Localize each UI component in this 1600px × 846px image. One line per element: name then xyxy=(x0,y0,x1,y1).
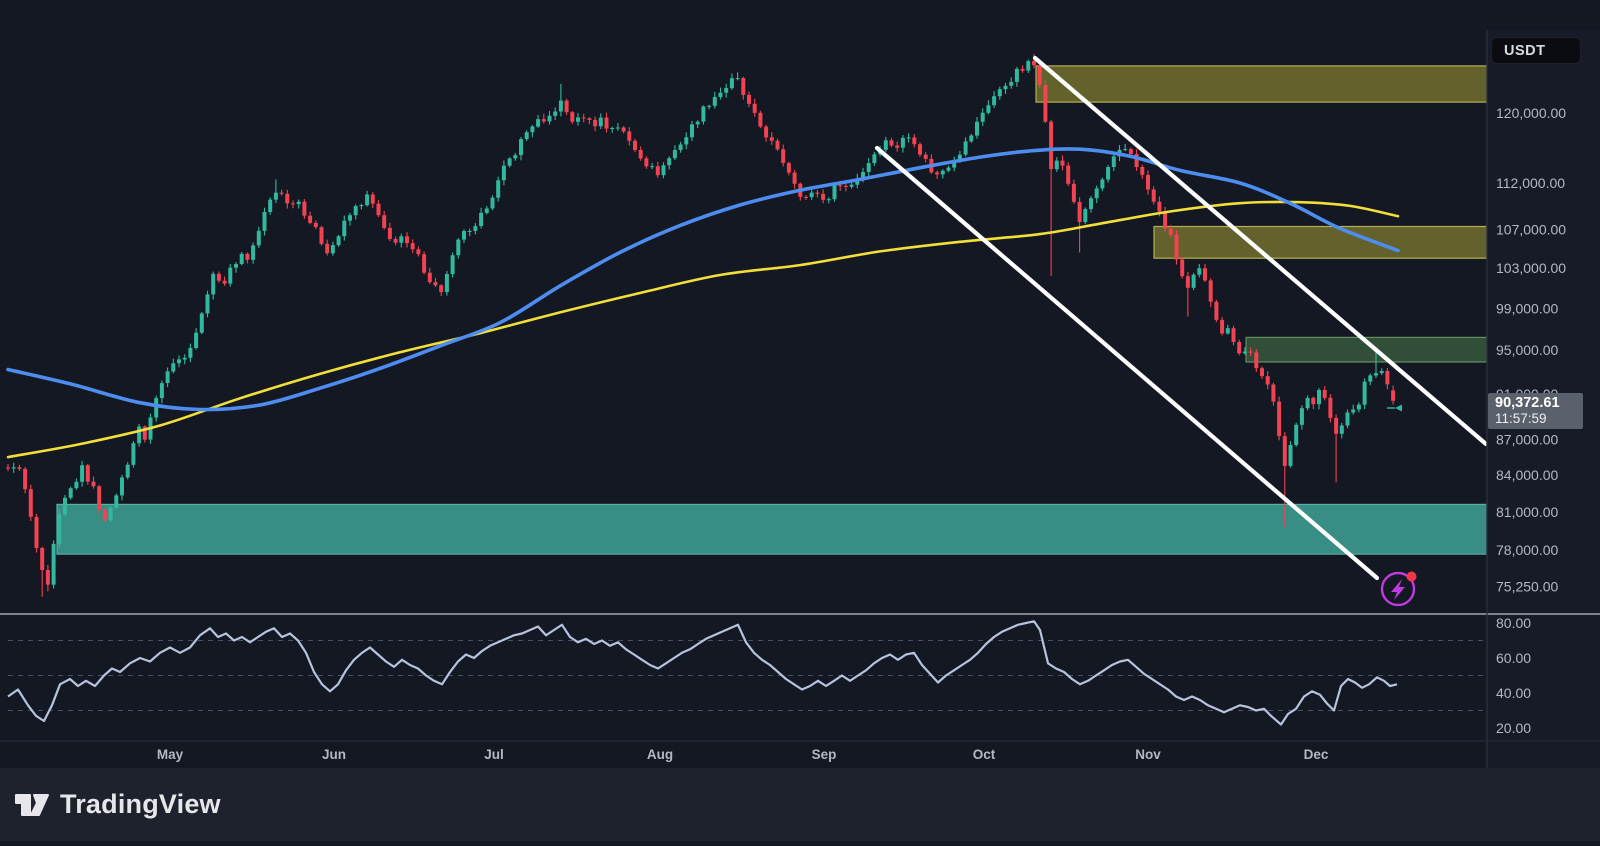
month-label-Oct: Oct xyxy=(973,747,996,762)
price-tick-label: 75,250.00 xyxy=(1496,579,1558,595)
price-tick-label: 103,000.00 xyxy=(1496,260,1566,276)
month-label-Jun: Jun xyxy=(322,747,346,762)
month-label-May: May xyxy=(157,747,184,762)
month-label-Sep: Sep xyxy=(812,747,837,762)
chart-svg[interactable]: 120,000.00 112,000.00 107,000.00 103,000.00… xyxy=(0,0,1600,841)
month-label-Nov: Nov xyxy=(1135,747,1161,762)
rsi-tick-label: 20.00 xyxy=(1496,720,1531,736)
price-tick-label: 112,000.00 xyxy=(1496,175,1565,191)
rsi-tick-label: 60.00 xyxy=(1496,650,1531,666)
price-tick-label: 99,000.00 xyxy=(1496,300,1558,316)
tradingview-logo-icon xyxy=(14,791,50,819)
chart-background xyxy=(0,0,1600,841)
price-tick-label: 87,000.00 xyxy=(1496,431,1558,447)
price-tick-label: 81,000.00 xyxy=(1496,504,1558,520)
rsi-tick-label: 40.00 xyxy=(1496,685,1531,701)
zone-supply-104-107[interactable] xyxy=(1154,227,1487,259)
price-tick-label: 95,000.00 xyxy=(1496,342,1558,358)
month-label-Aug: Aug xyxy=(647,747,673,762)
tradingview-logo[interactable]: TradingView xyxy=(14,789,221,820)
price-tick-label: 120,000.00 xyxy=(1496,105,1566,121)
last-price-countdown: 11:57:59 xyxy=(1495,411,1583,426)
month-label-Jul: Jul xyxy=(484,747,504,762)
footer: TradingView xyxy=(0,768,1600,841)
chart-canvas[interactable]: 120,000.00 112,000.00 107,000.00 103,000.00… xyxy=(0,0,1600,841)
tradingview-logo-text: TradingView xyxy=(60,789,221,820)
month-label-Dec: Dec xyxy=(1304,747,1329,762)
last-price-label: 90,372.61 11:57:59 xyxy=(1488,393,1583,429)
price-tick-label: 107,000.00 xyxy=(1496,221,1566,237)
zone-ath-supply[interactable] xyxy=(1036,66,1487,102)
zone-demand-78-81[interactable] xyxy=(57,504,1487,554)
last-price-value: 90,372.61 xyxy=(1495,395,1583,411)
rsi-tick-label: 80.00 xyxy=(1496,615,1531,631)
notification-dot xyxy=(1407,572,1417,582)
symbol-badge-label: USDT xyxy=(1504,43,1545,59)
symbol-badge[interactable]: USDT xyxy=(1491,37,1581,64)
price-tick-label: 84,000.00 xyxy=(1496,467,1558,483)
price-tick-label: 78,000.00 xyxy=(1496,542,1558,558)
